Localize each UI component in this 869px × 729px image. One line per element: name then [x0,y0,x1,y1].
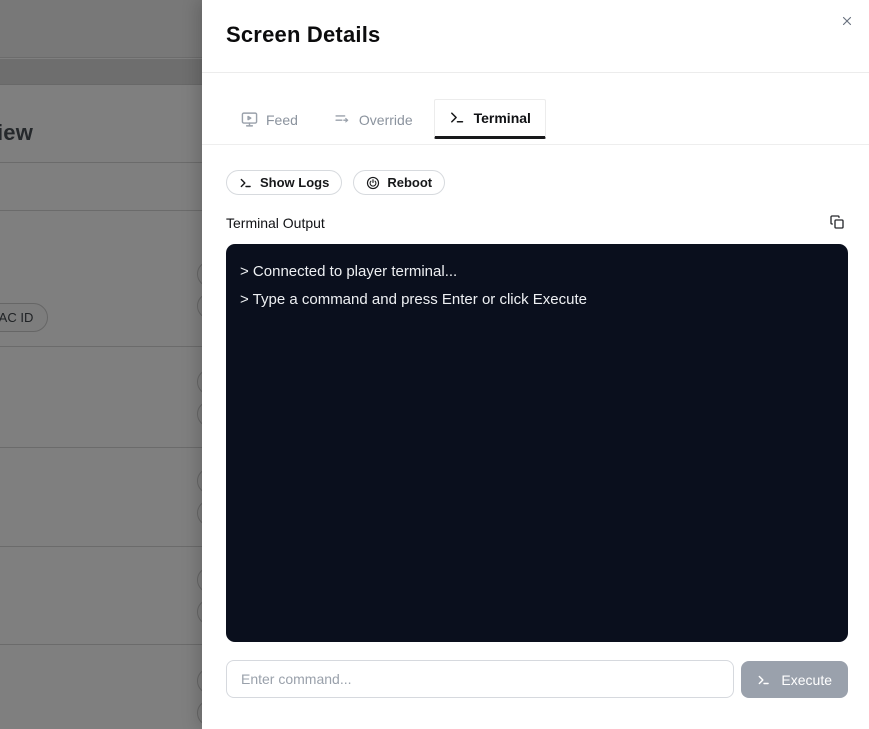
list-arrow-icon [334,111,351,128]
copy-icon [829,214,845,233]
tab-label: Feed [266,112,298,128]
tab-feed[interactable]: Feed [226,101,313,139]
terminal-prompt-icon [239,176,253,190]
terminal-output-label: Terminal Output [226,215,325,231]
terminal-output-header: Terminal Output [226,212,848,234]
close-icon [840,14,854,31]
reboot-button[interactable]: Reboot [353,170,445,195]
monitor-play-icon [241,111,258,128]
tab-terminal[interactable]: Terminal [434,99,546,139]
power-icon [366,176,380,190]
show-logs-label: Show Logs [260,175,329,190]
reboot-label: Reboot [387,175,432,190]
terminal-line: > Connected to player terminal... [240,258,834,286]
terminal-prompt-icon [757,673,771,687]
panel-title: Screen Details [226,22,845,48]
panel-header: Screen Details [202,0,869,73]
tab-label: Terminal [474,110,531,126]
tab-override[interactable]: Override [319,101,428,139]
tab-bar: Feed Override Terminal [202,73,869,145]
show-logs-button[interactable]: Show Logs [226,170,342,195]
tab-label: Override [359,112,413,128]
terminal-output[interactable]: > Connected to player terminal... > Type… [226,244,848,642]
command-input[interactable] [226,660,734,698]
screen-details-panel: Screen Details Feed Override Terminal [202,0,869,729]
actions-row: Show Logs Reboot [226,170,848,195]
copy-output-button[interactable] [826,212,848,234]
terminal-line: > Type a command and press Enter or clic… [240,286,834,314]
terminal-tab-content: Show Logs Reboot Terminal Output > Conne… [202,145,869,729]
close-button[interactable] [837,12,857,32]
execute-label: Execute [781,672,832,688]
terminal-prompt-icon [449,109,466,126]
command-row: Execute [226,660,848,698]
execute-button[interactable]: Execute [741,661,848,698]
